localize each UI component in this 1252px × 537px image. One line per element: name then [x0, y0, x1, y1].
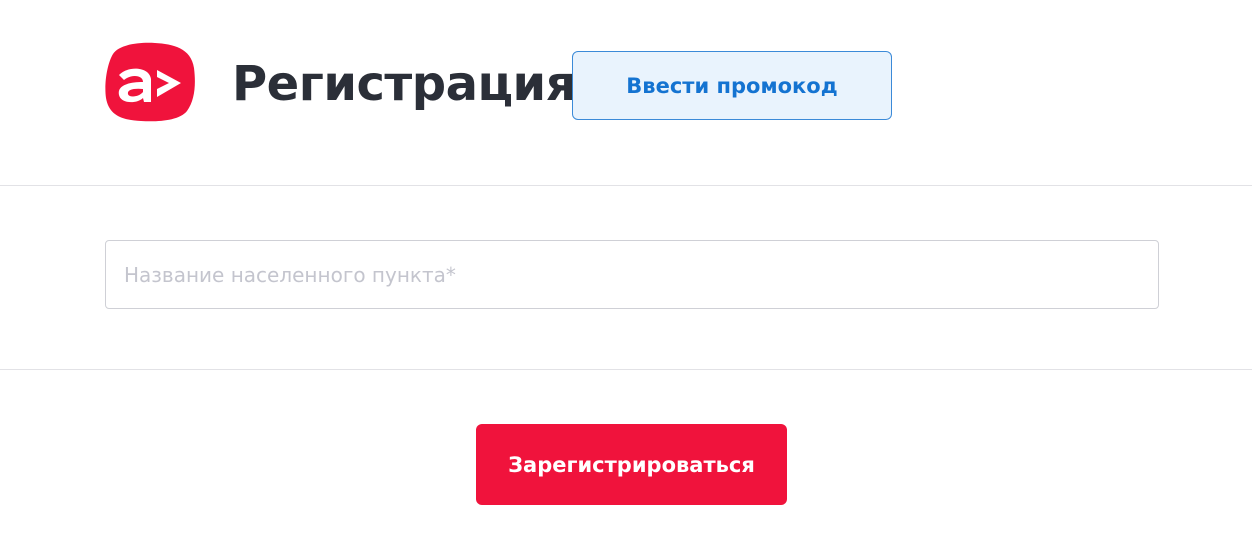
- form-divider: [0, 369, 1252, 370]
- page-title: Регистрация: [232, 56, 577, 112]
- register-button[interactable]: Зарегистрироваться: [476, 424, 787, 505]
- registration-page: Регистрация Ввести промокод Зарегистриро…: [0, 0, 1252, 537]
- enter-promo-code-label: Ввести промокод: [626, 73, 838, 98]
- enter-promo-code-button[interactable]: Ввести промокод: [572, 51, 892, 120]
- header-divider: [0, 185, 1252, 186]
- register-button-label: Зарегистрироваться: [508, 452, 755, 477]
- brand-logo-icon: [105, 42, 195, 122]
- city-name-input[interactable]: [105, 240, 1159, 309]
